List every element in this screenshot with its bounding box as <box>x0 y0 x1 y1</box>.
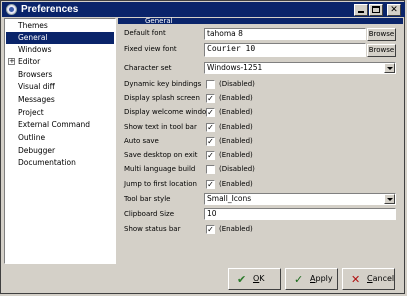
show-status-bar-state: (Enabled) <box>219 225 253 233</box>
tree-item-external-command[interactable]: External Command <box>18 119 90 131</box>
apply-icon: ✓ <box>294 273 304 286</box>
option-label: Auto save <box>124 137 159 145</box>
minimize-icon <box>358 11 364 13</box>
ok-button-label: OK <box>253 269 265 289</box>
category-tree[interactable]: Themes General Windows + Editor Browsers… <box>4 18 116 264</box>
window-title: Preferences <box>21 4 79 15</box>
minimize-button[interactable] <box>354 4 368 16</box>
character-set-value: Windows-1251 <box>207 63 263 72</box>
tree-item-debugger[interactable]: Debugger <box>18 145 55 157</box>
tree-item-browsers[interactable]: Browsers <box>18 69 52 81</box>
dynamic-key-bindings-checkbox[interactable] <box>206 80 215 89</box>
option-label: Display splash screen <box>124 94 200 102</box>
apply-button-label: Apply <box>310 269 333 289</box>
default-font-label: Default font <box>124 29 166 37</box>
cancel-icon: ✕ <box>351 273 361 286</box>
option-label: Show text in tool bar <box>124 123 197 131</box>
tree-item-label: Browsers <box>18 70 53 79</box>
option-label: Display welcome window <box>124 108 213 116</box>
app-icon <box>6 4 17 15</box>
option-state: (Enabled) <box>219 94 253 102</box>
tree-item-themes[interactable]: Themes <box>18 20 48 32</box>
clipboard-size-label: Clipboard Size <box>124 210 175 218</box>
toolbar-style-label: Tool bar style <box>124 195 171 203</box>
apply-button[interactable]: ✓ Apply <box>285 268 338 290</box>
tree-item-windows[interactable]: Windows <box>18 44 51 56</box>
toolbar-style-value: Small_Icons <box>207 194 252 203</box>
option-state: (Disabled) <box>219 80 255 88</box>
option-state: (Enabled) <box>219 108 253 116</box>
option-state: (Enabled) <box>219 137 253 145</box>
auto-save-checkbox[interactable]: ✓ <box>206 137 215 146</box>
display-welcome-window-checkbox[interactable]: ✓ <box>206 108 215 117</box>
option-label: Dynamic key bindings <box>124 80 202 88</box>
ok-label-rest: K <box>259 274 265 283</box>
preferences-window: Preferences ✕ Themes General Windows + E… <box>0 0 405 294</box>
default-font-browse-button[interactable]: Browse <box>367 28 396 41</box>
maximize-icon <box>372 6 380 13</box>
option-state: (Disabled) <box>219 165 255 173</box>
tree-item-general[interactable]: General <box>6 32 114 44</box>
show-text-in-toolbar-checkbox[interactable]: ✓ <box>206 123 215 132</box>
tree-item-outline[interactable]: Outline <box>18 132 45 144</box>
cancel-button-label: Cancel <box>367 269 394 289</box>
tree-item-label: Messages <box>18 95 55 104</box>
option-label: Jump to first location <box>124 180 197 188</box>
fixed-font-browse-button[interactable]: Browse <box>367 44 396 57</box>
panel-title: General <box>145 17 173 25</box>
option-label: Save desktop on exit <box>124 151 198 159</box>
option-state: (Enabled) <box>219 151 253 159</box>
tree-item-visual-diff[interactable]: Visual diff <box>18 81 55 93</box>
tree-item-documentation[interactable]: Documentation <box>18 157 76 169</box>
ok-icon: ✔ <box>237 273 247 286</box>
character-set-label: Character set <box>124 64 172 72</box>
character-set-select[interactable]: Windows-1251 <box>204 62 396 74</box>
title-bar[interactable]: Preferences ✕ <box>2 2 405 17</box>
tree-item-label: Visual diff <box>18 82 55 91</box>
maximize-button[interactable] <box>369 4 383 16</box>
chevron-down-icon[interactable] <box>384 194 395 204</box>
chevron-down-icon[interactable] <box>384 63 395 73</box>
close-icon: ✕ <box>390 5 398 15</box>
save-desktop-on-exit-checkbox[interactable]: ✓ <box>206 151 215 160</box>
option-state: (Enabled) <box>219 123 253 131</box>
tree-item-label: Windows <box>18 45 52 54</box>
tree-item-editor[interactable]: Editor <box>18 56 40 68</box>
tree-item-label: Project <box>18 108 44 117</box>
option-label: Multi language build <box>124 165 196 173</box>
ok-button[interactable]: ✔ OK <box>228 268 281 290</box>
apply-label-rest: pply <box>315 274 333 283</box>
option-state: (Enabled) <box>219 180 253 188</box>
show-status-bar-label: Show status bar <box>124 225 181 233</box>
expand-plus-icon[interactable]: + <box>8 58 15 65</box>
cancel-button[interactable]: ✕ Cancel <box>342 268 395 290</box>
show-status-bar-checkbox[interactable]: ✓ <box>206 225 215 234</box>
tree-item-label: Editor <box>18 57 41 66</box>
toolbar-style-select[interactable]: Small_Icons <box>204 193 396 205</box>
fixed-font-label: Fixed view font <box>124 45 177 53</box>
tree-item-label: General <box>18 33 48 42</box>
panel-header: General <box>118 17 403 25</box>
tree-item-label: Themes <box>18 21 48 30</box>
clipboard-size-field[interactable]: 10 <box>204 208 396 220</box>
tree-item-messages[interactable]: Messages <box>18 94 55 106</box>
display-splash-screen-checkbox[interactable]: ✓ <box>206 94 215 103</box>
tree-item-label: Documentation <box>18 158 76 167</box>
general-settings-panel: General Default font tahoma 8 Browse Fix… <box>118 18 403 264</box>
jump-to-first-location-checkbox[interactable]: ✓ <box>206 180 215 189</box>
fixed-font-field[interactable]: Courier 10 <box>204 43 366 57</box>
cancel-label-rest: ancel <box>372 274 395 283</box>
tree-item-project[interactable]: Project <box>18 107 44 119</box>
tree-item-label: External Command <box>18 120 91 129</box>
multi-language-build-checkbox[interactable] <box>206 165 215 174</box>
tree-item-label: Debugger <box>18 146 56 155</box>
default-font-field[interactable]: tahoma 8 <box>204 28 366 40</box>
tree-item-label: Outline <box>18 133 46 142</box>
close-button[interactable]: ✕ <box>387 4 401 16</box>
